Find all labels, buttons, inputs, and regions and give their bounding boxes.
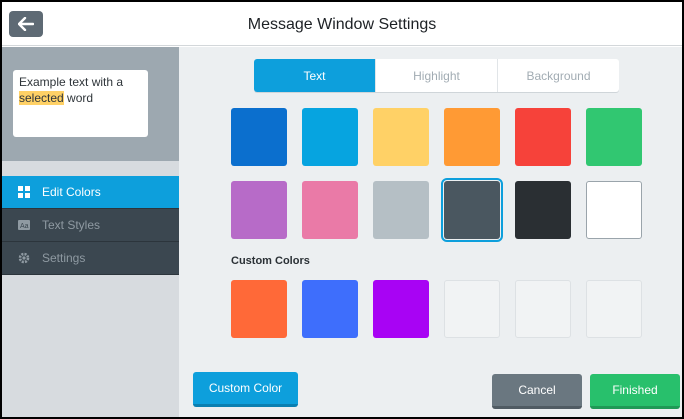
sidebar-nav: Edit Colors Aa Text Styles Settings [2, 176, 189, 275]
tab-background[interactable]: Background [498, 59, 619, 92]
sidebar-item-label: Text Styles [42, 218, 101, 232]
tab-highlight[interactable]: Highlight [376, 59, 498, 92]
cancel-button[interactable]: Cancel [492, 374, 582, 409]
text-icon: Aa [18, 219, 30, 231]
color-swatch[interactable] [373, 181, 429, 239]
custom-color-button[interactable]: Custom Color [193, 372, 298, 407]
title-bar: Message Window Settings [2, 2, 682, 46]
preview-highlighted-word: selected [19, 91, 64, 105]
grid-icon [18, 186, 30, 198]
settings-window: Message Window Settings Example text wit… [2, 2, 682, 417]
color-swatch[interactable] [586, 108, 642, 166]
empty-custom-slot[interactable] [515, 280, 571, 338]
custom-colors-label: Custom Colors [231, 255, 310, 267]
custom-color-swatch[interactable] [231, 280, 287, 338]
sidebar-item-label: Settings [42, 251, 86, 265]
color-swatch[interactable] [302, 181, 358, 239]
custom-color-swatch[interactable] [373, 280, 429, 338]
preview-area: Example text with a selected word [2, 47, 179, 161]
color-swatch[interactable] [586, 181, 642, 239]
color-swatch[interactable] [441, 178, 503, 242]
svg-text:Aa: Aa [20, 223, 29, 230]
color-swatch[interactable] [231, 108, 287, 166]
color-swatch[interactable] [515, 181, 571, 239]
sidebar-item-settings[interactable]: Settings [2, 242, 179, 275]
color-swatch[interactable] [373, 108, 429, 166]
sidebar: Example text with a selected word Edit C… [2, 47, 189, 417]
finished-button[interactable]: Finished [590, 374, 680, 409]
preview-text: Example text with a [19, 75, 124, 89]
color-swatch[interactable] [231, 181, 287, 239]
sidebar-item-text-styles[interactable]: Aa Text Styles [2, 209, 179, 242]
empty-custom-slot[interactable] [586, 280, 642, 338]
custom-color-swatch[interactable] [302, 280, 358, 338]
empty-custom-slot[interactable] [444, 280, 500, 338]
window-title: Message Window Settings [247, 16, 437, 33]
color-swatch[interactable] [302, 108, 358, 166]
color-swatch[interactable] [515, 108, 571, 166]
sidebar-item-edit-colors[interactable]: Edit Colors [2, 176, 189, 209]
color-target-tabs: Text Highlight Background [254, 59, 619, 92]
main-panel: Text Highlight Background Custom Colors … [179, 47, 682, 417]
color-swatch[interactable] [444, 108, 500, 166]
gear-icon [18, 252, 30, 264]
preview-box: Example text with a selected word [13, 70, 148, 137]
sidebar-item-label: Edit Colors [42, 185, 101, 199]
preview-text-end: word [63, 91, 94, 105]
tab-text[interactable]: Text [254, 59, 376, 92]
